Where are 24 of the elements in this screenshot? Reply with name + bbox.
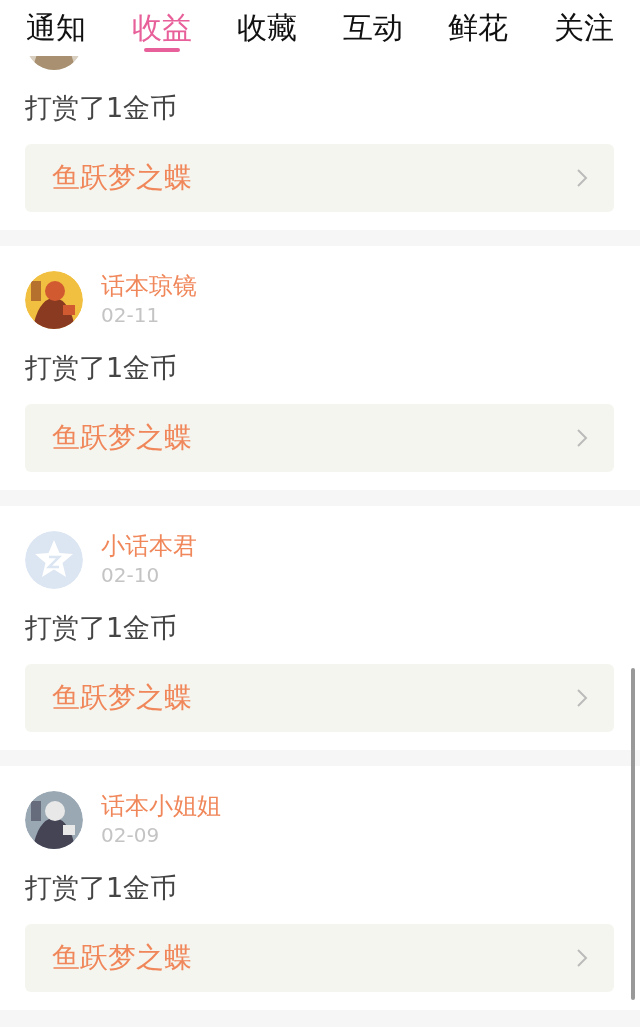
chevron-icon bbox=[576, 688, 588, 708]
tab[interactable]: 收藏 bbox=[237, 0, 298, 52]
tab[interactable]: 鲜花 bbox=[448, 0, 509, 52]
chevron-icon bbox=[576, 428, 588, 448]
work-link[interactable]: 鱼跃梦之蝶 bbox=[25, 924, 614, 992]
date-text: 02-10 bbox=[101, 562, 161, 589]
tab[interactable]: 关注 bbox=[553, 0, 614, 52]
chevron-icon bbox=[576, 168, 588, 188]
reward-text: 打赏了1金币 bbox=[25, 351, 179, 385]
reward-text: 打赏了1金币 bbox=[25, 871, 179, 905]
tab[interactable]: 收益 bbox=[131, 0, 192, 52]
work-link[interactable]: 鱼跃梦之蝶 bbox=[25, 404, 614, 472]
tab[interactable]: 互动 bbox=[342, 0, 403, 52]
date-text: 02-09 bbox=[101, 822, 161, 849]
reward-text: 打赏了1金币 bbox=[25, 91, 179, 125]
tab[interactable]: 通知 bbox=[26, 0, 86, 52]
work-link[interactable]: 鱼跃梦之蝶 bbox=[25, 664, 614, 732]
chevron-icon bbox=[576, 948, 588, 968]
user-name[interactable]: 话本琼镜 bbox=[101, 271, 197, 301]
work-link[interactable]: 鱼跃梦之蝶 bbox=[25, 144, 614, 212]
reward-text: 打赏了1金币 bbox=[25, 611, 179, 645]
date-text: 02-11 bbox=[101, 302, 161, 329]
user-name[interactable]: 小话本君 bbox=[101, 531, 197, 561]
user-name[interactable]: 话本小姐姐 bbox=[101, 791, 221, 821]
